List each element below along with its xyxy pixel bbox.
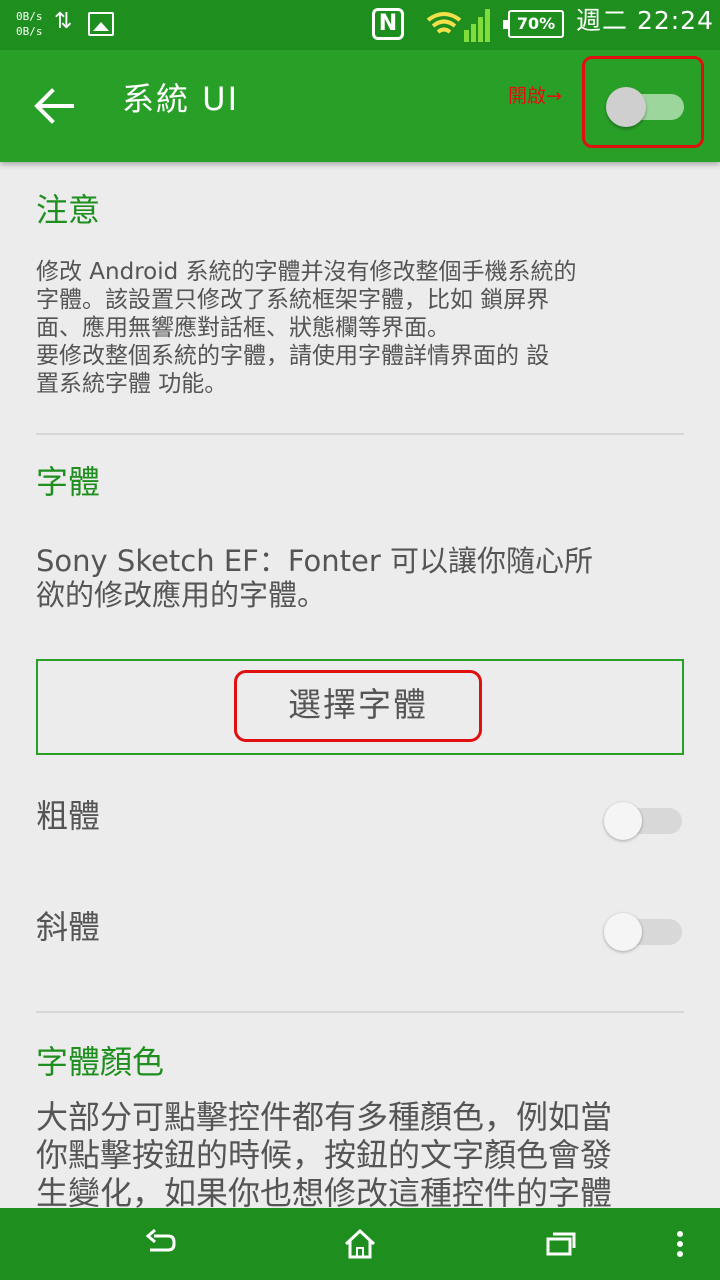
data-transfer-icon: ⇅ — [54, 9, 73, 34]
font-color-title: 字體顏色 — [36, 1043, 165, 1081]
notice-body: 修改 Android 系統的字體并沒有修改整個手機系統的 字體。該設置只修改了系… — [36, 258, 686, 398]
toggle-thumb — [604, 913, 642, 951]
back-icon[interactable] — [140, 1226, 180, 1262]
back-arrow-icon[interactable] — [32, 86, 76, 126]
font-color-body: 大部分可點擊控件都有多種顏色，例如當 你點擊按鈕的時候，按鈕的文字顏色會發 生變… — [36, 1098, 686, 1208]
font-description-line: 欲的修改應用的字體。 — [36, 578, 327, 612]
navigation-bar — [0, 1208, 720, 1280]
overflow-menu-icon[interactable] — [660, 1226, 700, 1262]
app-bar: 系統 UI 開啟→ — [0, 50, 720, 162]
italic-toggle[interactable] — [604, 911, 684, 951]
toggle-thumb — [604, 802, 642, 840]
font-description: Sony Sketch EF：Fonter 可以讓你隨心所 欲的修改應用的字體。 — [36, 544, 686, 612]
notice-line: 字體。該設置只修改了系統框架字體，比如 鎖屏界 — [36, 287, 550, 313]
notice-title: 注意 — [36, 191, 101, 229]
font-color-line: 你點擊按鈕的時候，按鈕的文字顏色會發 — [36, 1136, 613, 1174]
font-section-title: 字體 — [36, 463, 101, 501]
battery-indicator: 70% — [503, 10, 564, 38]
signal-icon — [426, 9, 490, 42]
notice-line: 置系統字體 功能。 — [36, 371, 228, 397]
font-description-line: Sony Sketch EF：Fonter 可以讓你隨心所 — [36, 544, 593, 578]
clock: 週二 22:24 — [576, 6, 714, 35]
font-color-line: 大部分可點擊控件都有多種顏色，例如當 — [36, 1098, 613, 1136]
notice-line: 要修改整個系統的字體，請使用字體詳情界面的 設 — [36, 343, 550, 369]
enable-hint: 開啟→ — [508, 85, 562, 107]
italic-label: 斜體 — [36, 908, 101, 946]
bold-label: 粗體 — [36, 797, 101, 835]
divider — [36, 1011, 684, 1013]
download-speed: 0B/s — [16, 25, 43, 38]
nfc-icon: N — [372, 8, 404, 40]
notice-line: 面、應用無響應對話框、狀態欄等界面。 — [36, 315, 450, 341]
status-bar: 0B/s 0B/s ⇅ N 70% 週二 22:24 — [0, 0, 720, 50]
home-icon[interactable] — [340, 1226, 380, 1262]
upload-speed: 0B/s — [16, 10, 43, 23]
enable-switch[interactable] — [606, 87, 686, 127]
image-notification-icon — [88, 12, 114, 36]
recents-icon[interactable] — [540, 1226, 580, 1262]
notice-line: 修改 Android 系統的字體并沒有修改整個手機系統的 — [36, 259, 577, 285]
switch-thumb — [606, 87, 646, 127]
network-speed: 0B/s 0B/s — [16, 9, 43, 39]
page-title: 系統 UI — [122, 80, 240, 118]
divider — [36, 433, 684, 435]
bold-toggle[interactable] — [604, 800, 684, 840]
select-font-label[interactable]: 選擇字體 — [234, 670, 482, 742]
font-color-line: 生變化，如果你也想修改這種控件的字體 — [36, 1174, 613, 1208]
